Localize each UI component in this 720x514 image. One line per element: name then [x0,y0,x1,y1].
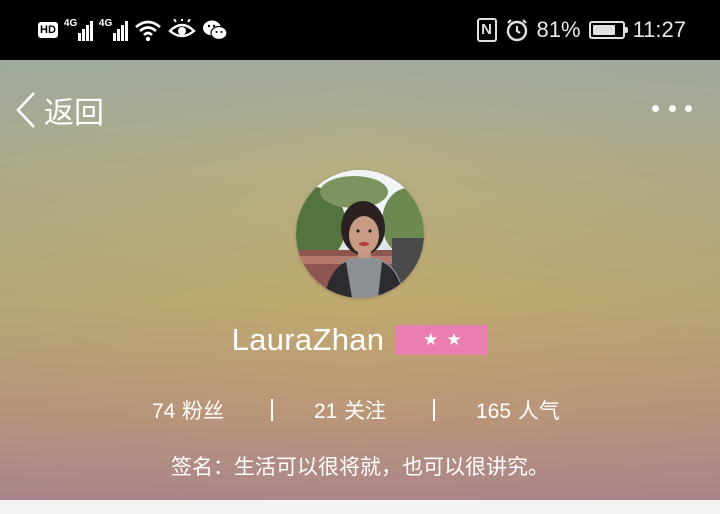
avatar[interactable] [296,170,424,298]
popularity-label: 人气 [517,399,560,423]
eye-icon [168,19,196,38]
signal-icon: 4G [99,19,128,41]
username: LauraZhan [231,322,385,357]
followers-label: 粉丝 [182,399,225,423]
wechat-icon [202,20,228,41]
alarm-icon [506,19,527,42]
signature: 签名：生活可以很将就，也可以很讲究。 [171,455,549,479]
battery-percent: 81% [536,17,581,42]
chevron-left-icon [16,92,35,128]
nfc-icon: N [476,18,497,42]
level-badge: ★ ★ [396,325,489,355]
battery-level-fill [592,25,616,35]
clock: 11:27 [632,17,686,42]
following-count: 21 [314,400,338,423]
more-dots-icon [652,104,659,112]
status-right-icons: N 81% 11:27 [476,0,686,60]
followers-stat[interactable]: 74 粉丝 [152,395,224,425]
stat-divider [271,399,273,421]
followers-count: 74 [152,400,176,423]
network-type-label: 4G [63,18,78,29]
signal-icon: 4G [64,19,93,41]
back-label: 返回 [44,96,104,131]
more-options-button[interactable] [652,96,692,120]
stats-row: 74 粉丝 21 关注 165 人气 [0,395,720,425]
popularity-stat[interactable]: 165 人气 [476,395,560,425]
following-label: 关注 [344,399,387,423]
following-stat[interactable]: 21 关注 [314,395,386,425]
network-type-label: 4G [98,18,113,29]
status-bar: HD 4G 4G N 81% 11:27 [0,0,720,60]
avatar-photo [296,170,424,298]
content-divider [0,500,720,514]
hd-voice-icon: HD [38,22,58,38]
star-icon: ★ [446,330,462,350]
profile-header: 返回 LauraZhan ★ ★ 74 粉丝 21 关注 165 人气 签名：生… [0,60,720,500]
back-button[interactable]: 返回 [14,88,104,132]
battery-icon [588,21,628,39]
status-left-icons: HD 4G 4G [38,0,228,60]
stat-divider [433,399,435,421]
wifi-icon [135,20,161,42]
star-icon: ★ [423,330,439,350]
name-row: LauraZhan ★ ★ [0,322,720,358]
popularity-count: 165 [476,400,512,423]
